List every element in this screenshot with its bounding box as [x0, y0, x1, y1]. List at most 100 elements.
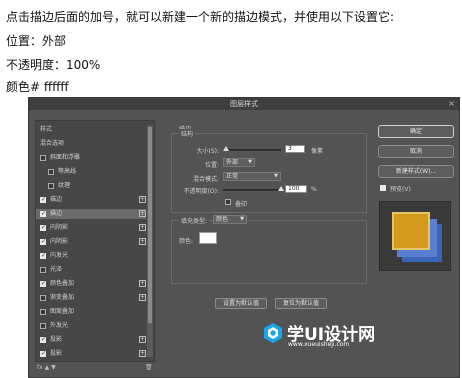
style-checkbox[interactable]	[40, 309, 46, 315]
style-checkbox[interactable]	[40, 195, 46, 205]
style-list-item[interactable]: 等高线	[36, 167, 146, 177]
intro-line-4: 颜色# ffffff	[6, 80, 69, 94]
style-item-label: 图案叠加	[50, 308, 75, 315]
add-style-plus-icon[interactable]: +	[139, 196, 146, 203]
blend-mode-dropdown[interactable]: 正常 ▼	[223, 172, 281, 181]
scrollbar-thumb[interactable]	[148, 127, 152, 323]
style-list-item[interactable]: 斜面和浮雕	[36, 153, 146, 163]
overprint-label: 叠印	[235, 201, 248, 208]
new-style-button[interactable]: 新建样式(W)...	[378, 165, 454, 178]
layer-style-dialog: 图层样式 × 样式混合选项斜面和浮雕等高线纹理描边 + 描边 + 内阴影 + 内阴影 + 内发光…	[28, 97, 460, 378]
style-item-label: 投影	[50, 350, 63, 357]
opacity-label: 不透明度(O):	[183, 188, 219, 195]
style-item-label: 内阴影	[50, 238, 69, 245]
fill-type-dropdown[interactable]: 颜色 ▼	[213, 215, 247, 224]
style-checkbox[interactable]	[48, 183, 54, 189]
dialog-titlebar[interactable]: 图层样式 ×	[29, 98, 459, 110]
style-checkbox[interactable]	[40, 323, 46, 329]
style-item-label: 描边	[50, 210, 63, 217]
add-style-plus-icon[interactable]: +	[139, 224, 146, 231]
intro-line-2: 位置：外部	[6, 34, 67, 48]
style-item-label: 描边	[50, 196, 63, 203]
style-item-label: 等高线	[58, 168, 77, 175]
style-checkbox[interactable]	[40, 237, 46, 247]
style-checkbox[interactable]	[40, 279, 46, 289]
style-checkbox[interactable]	[40, 223, 46, 233]
style-item-label: 颜色叠加	[50, 280, 75, 287]
fx-footer-icons[interactable]: fx ▲ ▼	[37, 364, 56, 371]
chevron-down-icon: ▼	[248, 159, 252, 165]
set-default-button[interactable]: 设置为默认值	[215, 298, 267, 309]
style-list-item[interactable]: 外发光	[36, 321, 146, 331]
style-item-label: 投影	[50, 336, 63, 343]
add-style-plus-icon[interactable]: +	[139, 210, 146, 217]
add-style-plus-icon[interactable]: +	[139, 280, 146, 287]
style-checkbox[interactable]	[40, 349, 46, 359]
add-style-plus-icon[interactable]: +	[139, 336, 146, 343]
style-checkbox[interactable]	[40, 295, 46, 301]
add-style-plus-icon[interactable]: +	[139, 294, 146, 301]
style-list-scrollbar[interactable]	[147, 125, 153, 357]
style-list-item[interactable]: 颜色叠加 +	[36, 279, 146, 289]
style-checkbox[interactable]	[48, 169, 54, 175]
color-label: 颜色:	[179, 238, 194, 245]
style-checkbox[interactable]	[40, 209, 46, 219]
style-list-item[interactable]: 混合选项	[36, 139, 146, 149]
style-checkbox[interactable]	[40, 267, 46, 273]
style-list-item[interactable]: 内发光	[36, 251, 146, 261]
opacity-input[interactable]: 100	[285, 185, 307, 193]
style-item-label: 样式	[40, 126, 53, 133]
preview-checkbox[interactable]	[380, 185, 386, 191]
fill-type-group	[171, 220, 367, 284]
style-checkbox[interactable]	[40, 335, 46, 345]
style-checkbox[interactable]	[40, 155, 46, 161]
style-list-item[interactable]: 内阴影 +	[36, 237, 146, 247]
size-slider-knob[interactable]	[223, 146, 229, 151]
style-list-item[interactable]: 投影 +	[36, 349, 146, 359]
size-unit: 像素	[311, 148, 324, 155]
style-item-label: 纹理	[58, 182, 71, 189]
style-list-item[interactable]: 描边 +	[36, 209, 146, 219]
add-style-plus-icon[interactable]: +	[139, 238, 146, 245]
style-checkbox[interactable]	[40, 251, 46, 261]
opacity-slider-knob[interactable]	[278, 186, 284, 191]
preview-label: 预览(V)	[390, 186, 411, 193]
style-item-label: 内发光	[50, 252, 69, 259]
add-style-plus-icon[interactable]: +	[139, 350, 146, 357]
position-value: 外部	[226, 159, 239, 166]
ok-button[interactable]: 确定	[378, 125, 454, 138]
watermark-url: www.xueuisheji.com	[288, 341, 350, 348]
position-dropdown[interactable]: 外部 ▼	[223, 158, 255, 167]
opacity-slider[interactable]	[223, 186, 284, 191]
style-item-label: 光泽	[50, 266, 63, 273]
reset-default-button[interactable]: 复位为默认值	[275, 298, 327, 309]
stroke-color-swatch[interactable]	[199, 232, 217, 244]
style-list: 样式混合选项斜面和浮雕等高线纹理描边 + 描边 + 内阴影 + 内阴影 + 内发光光泽颜色叠加 +…	[35, 120, 155, 362]
size-slider[interactable]	[223, 146, 281, 151]
style-list-item[interactable]: 纹理	[36, 181, 146, 191]
style-item-label: 渐变叠加	[50, 294, 75, 301]
intro-line-1: 点击描边后面的加号，就可以新建一个新的描边模式，并使用以下设置它:	[6, 10, 395, 24]
overprint-checkbox[interactable]	[225, 199, 231, 205]
style-list-item[interactable]: 投影 +	[36, 335, 146, 345]
style-list-item[interactable]: 光泽	[36, 265, 146, 275]
style-list-item[interactable]: 样式	[36, 125, 146, 135]
style-item-label: 内阴影	[50, 224, 69, 231]
trash-icon[interactable]: 🗑	[145, 364, 153, 371]
style-list-item[interactable]: 渐变叠加 +	[36, 293, 146, 303]
style-list-item[interactable]: 图案叠加	[36, 307, 146, 317]
chevron-down-icon: ▼	[274, 173, 278, 179]
intro-line-3: 不透明度：100%	[6, 58, 101, 72]
style-preview	[379, 201, 451, 271]
size-input[interactable]: 3	[285, 145, 305, 153]
structure-title: 结构	[179, 129, 196, 138]
preview-swatch	[392, 212, 430, 250]
size-label: 大小(S):	[196, 148, 219, 155]
close-icon[interactable]: ×	[447, 99, 456, 108]
cancel-button[interactable]: 取消	[378, 145, 454, 158]
style-list-item[interactable]: 内阴影 +	[36, 223, 146, 233]
style-item-label: 斜面和浮雕	[50, 154, 81, 161]
watermark: 学UI设计网 www.xueuisheji.com	[262, 322, 392, 358]
style-list-item[interactable]: 描边 +	[36, 195, 146, 205]
chevron-down-icon: ▼	[240, 216, 244, 222]
